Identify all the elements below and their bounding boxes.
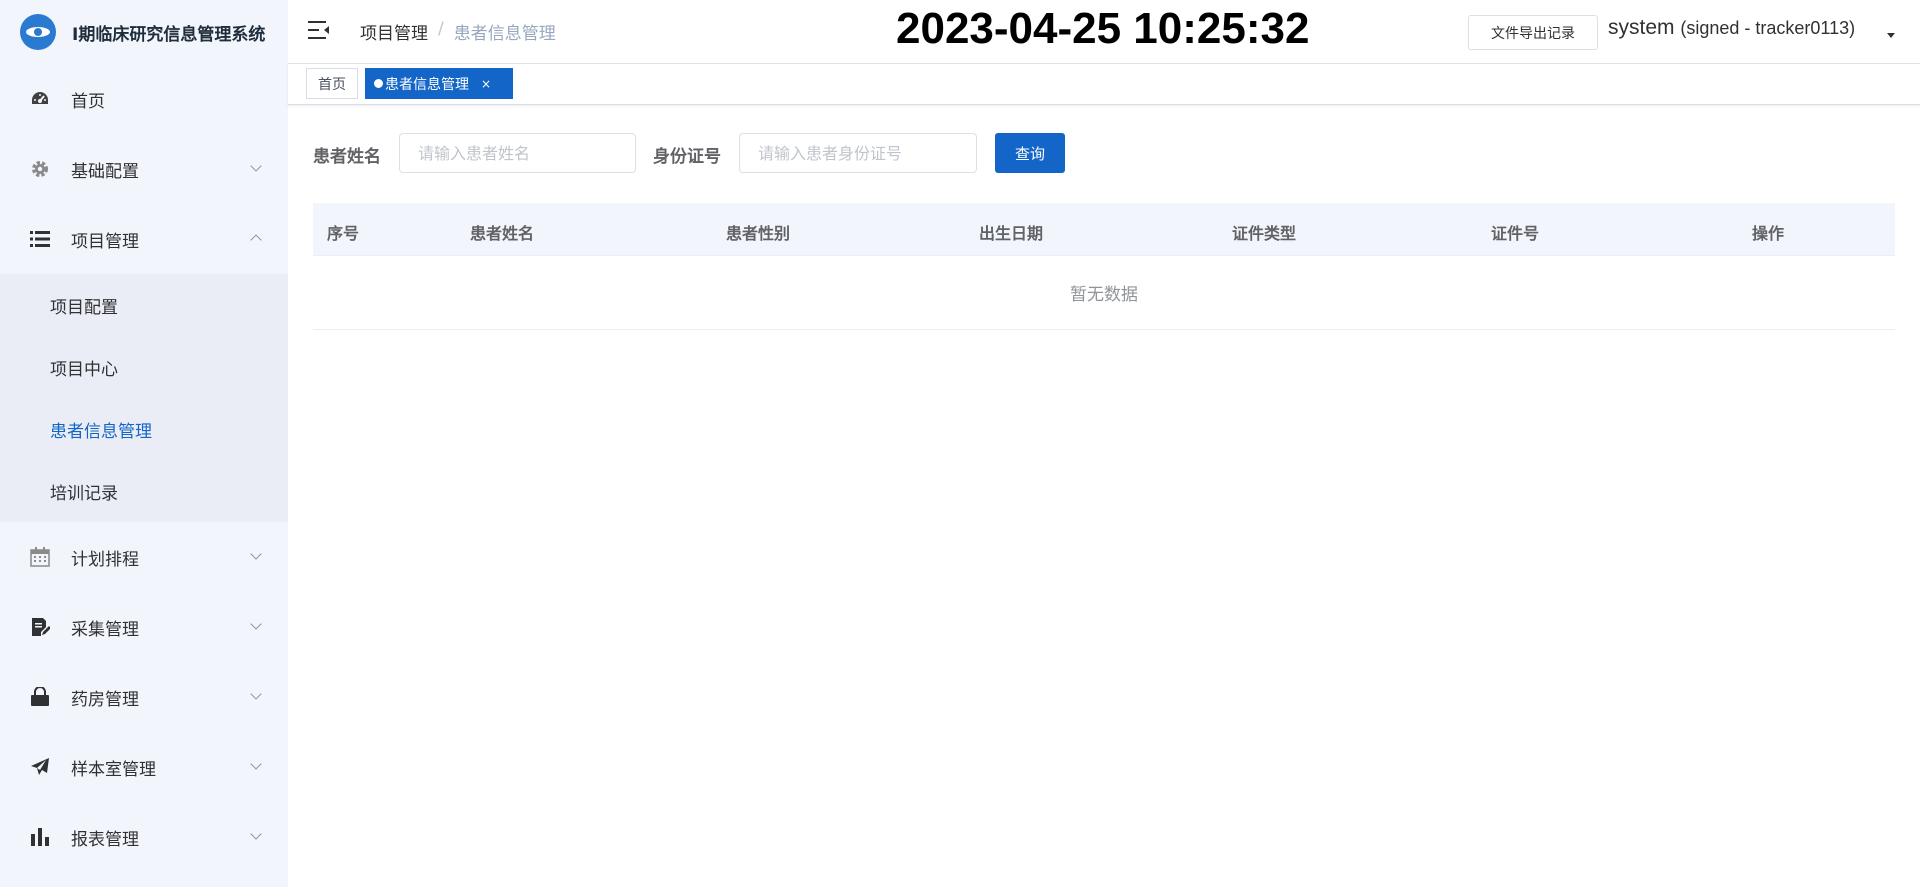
breadcrumb-item-project-management[interactable]: 项目管理	[360, 19, 428, 44]
tag-label: 患者信息管理	[385, 76, 469, 93]
sidebar-item-project-management[interactable]: 项目管理	[0, 204, 288, 274]
main-content: 患者姓名 身份证号 查询 序号 患者姓名 患者性别 出生日期 证件类型 证件号 …	[288, 105, 1920, 887]
patient-name-input[interactable]	[399, 133, 636, 173]
sidebar-item-schedule[interactable]: 计划排程	[0, 522, 288, 592]
app-title: I期临床研究信息管理系统	[72, 24, 266, 45]
tag-patient-info[interactable]: 患者信息管理 ×	[365, 68, 513, 99]
column-header-actions: 操作	[1752, 224, 1785, 243]
patient-table: 序号 患者姓名 患者性别 出生日期 证件类型 证件号 操作 暂无数据	[313, 203, 1895, 330]
id-number-input[interactable]	[739, 133, 977, 173]
user-signed-info: (signed - tracker0113)	[1680, 18, 1856, 38]
sidebar-item-label: 计划排程	[71, 549, 139, 570]
sidebar-item-label: 样本室管理	[71, 759, 156, 780]
empty-text: 暂无数据	[1070, 285, 1138, 305]
logo-icon	[20, 14, 56, 50]
sidebar-item-label: 患者信息管理	[50, 421, 152, 442]
breadcrumb: 项目管理 / 患者信息管理	[360, 19, 556, 44]
top-header: 项目管理 / 患者信息管理 2023-04-25 10:25:32 文件导出记录…	[288, 0, 1920, 64]
sidebar-item-sample-room[interactable]: 样本室管理	[0, 732, 288, 802]
active-dot-icon	[374, 79, 383, 88]
sidebar-item-label: 项目配置	[50, 297, 118, 318]
patient-name-label: 患者姓名	[313, 147, 381, 167]
sidebar-item-patient-info[interactable]: 患者信息管理	[0, 398, 288, 460]
breadcrumb-separator: /	[438, 19, 444, 39]
tag-home[interactable]: 首页	[306, 68, 358, 99]
id-number-label: 身份证号	[653, 147, 721, 167]
column-header-patient-name: 患者姓名	[470, 224, 535, 243]
column-header-index: 序号	[327, 224, 360, 243]
project-submenu: 项目配置 项目中心 患者信息管理 培训记录	[0, 274, 288, 522]
tags-view-bar: 首页 患者信息管理 ×	[288, 64, 1920, 105]
tag-label: 首页	[318, 76, 346, 93]
sidebar-item-collection[interactable]: 采集管理	[0, 592, 288, 662]
search-form: 患者姓名 身份证号 查询	[313, 133, 1913, 173]
sidebar-item-label: 基础配置	[71, 161, 139, 182]
sidebar-item-reports[interactable]: 报表管理	[0, 802, 288, 872]
calendar-icon	[30, 547, 50, 567]
caret-down-icon[interactable]	[1887, 33, 1895, 38]
edit-document-icon	[30, 617, 50, 637]
chevron-up-icon	[250, 234, 262, 246]
paper-plane-icon	[30, 757, 50, 777]
sidebar-item-training-records[interactable]: 培训记录	[0, 460, 288, 522]
chevron-down-icon	[250, 618, 262, 630]
sidebar-item-label: 项目中心	[50, 359, 118, 380]
sidebar-item-basic-config[interactable]: 基础配置	[0, 134, 288, 204]
sidebar-item-home[interactable]: 首页	[0, 64, 288, 134]
app-root: I期临床研究信息管理系统 首页 基础配置 项目管理 项目配置 项目中心 患者信息…	[0, 0, 1920, 887]
chevron-down-icon	[250, 828, 262, 840]
sidebar-item-label: 培训记录	[50, 483, 118, 504]
sidebar-item-label: 药房管理	[71, 689, 139, 710]
close-icon[interactable]: ×	[481, 77, 491, 91]
column-header-birth-date: 出生日期	[979, 224, 1044, 243]
sidebar-item-label: 报表管理	[71, 829, 139, 850]
column-header-gender: 患者性别	[726, 224, 791, 243]
gear-icon	[30, 159, 50, 179]
bar-chart-icon	[30, 827, 50, 847]
export-records-button[interactable]: 文件导出记录	[1468, 15, 1598, 50]
chevron-down-icon	[250, 548, 262, 560]
search-button[interactable]: 查询	[995, 133, 1065, 173]
dashboard-icon	[30, 89, 50, 109]
sidebar-item-project-config[interactable]: 项目配置	[0, 274, 288, 336]
column-header-id-type: 证件类型	[1232, 224, 1297, 243]
logo: I期临床研究信息管理系统	[0, 0, 288, 64]
lock-bag-icon	[30, 687, 50, 707]
table-empty-row: 暂无数据	[313, 256, 1895, 330]
sidebar: I期临床研究信息管理系统 首页 基础配置 项目管理 项目配置 项目中心 患者信息…	[0, 0, 288, 887]
list-icon	[30, 229, 50, 249]
sidebar-item-label: 项目管理	[71, 231, 139, 252]
chevron-down-icon	[250, 160, 262, 172]
breadcrumb-current: 患者信息管理	[453, 24, 556, 44]
column-header-id-number: 证件号	[1491, 224, 1540, 243]
sidebar-item-label: 采集管理	[71, 619, 139, 640]
menu-toggle-icon[interactable]	[308, 20, 330, 40]
sidebar-item-project-center[interactable]: 项目中心	[0, 336, 288, 398]
user-name: system	[1608, 16, 1675, 39]
table-header: 序号 患者姓名 患者性别 出生日期 证件类型 证件号 操作	[313, 203, 1895, 256]
sidebar-item-label: 首页	[71, 91, 105, 112]
chevron-down-icon	[250, 758, 262, 770]
chevron-down-icon	[250, 688, 262, 700]
sidebar-item-pharmacy[interactable]: 药房管理	[0, 662, 288, 732]
datetime-clock: 2023-04-25 10:25:32	[896, 4, 1310, 53]
user-menu[interactable]: system (signed - tracker0113)	[1608, 16, 1855, 40]
